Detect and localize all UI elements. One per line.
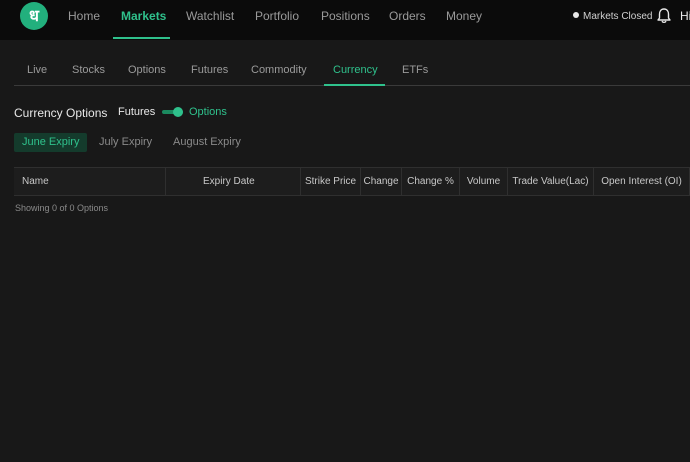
tab-june-expiry[interactable]: June Expiry — [14, 133, 88, 152]
futures-options-toggle[interactable] — [162, 107, 183, 117]
nav-money[interactable]: Money — [446, 9, 482, 23]
nav-orders[interactable]: Orders — [389, 9, 426, 23]
subtab-active-indicator — [324, 84, 385, 86]
tab-futures[interactable]: Futures — [191, 64, 228, 76]
tab-commodity[interactable]: Commodity — [251, 64, 307, 76]
tab-july-expiry[interactable]: July Expiry — [99, 133, 152, 152]
tab-currency[interactable]: Currency — [333, 64, 378, 76]
tab-etfs[interactable]: ETFs — [402, 64, 428, 76]
nav-markets[interactable]: Markets — [121, 9, 166, 23]
column-volume[interactable]: Volume — [460, 168, 508, 195]
nav-active-indicator — [113, 37, 170, 39]
market-status: Markets Closed — [573, 11, 652, 22]
section-title: Currency Options — [14, 106, 108, 120]
column-expiry-date[interactable]: Expiry Date — [166, 168, 301, 195]
user-greeting[interactable]: Hi — [680, 9, 690, 23]
tab-options[interactable]: Options — [128, 64, 166, 76]
tab-stocks[interactable]: Stocks — [72, 64, 105, 76]
column-trade-value[interactable]: Trade Value(Lac) — [508, 168, 594, 195]
bell-icon[interactable] — [655, 7, 673, 25]
status-dot-icon — [573, 12, 579, 18]
tab-live[interactable]: Live — [27, 64, 47, 76]
results-count: Showing 0 of 0 Options — [15, 203, 109, 213]
column-change-percent[interactable]: Change % — [402, 168, 460, 195]
nav-home[interactable]: Home — [68, 9, 100, 23]
top-nav: ध Home Markets Watchlist Portfolio Posit… — [0, 0, 690, 40]
column-open-interest[interactable]: Open Interest (OI) — [594, 168, 690, 195]
toggle-label-futures[interactable]: Futures — [118, 106, 155, 118]
column-change[interactable]: Change — [361, 168, 402, 195]
options-table-header: Name Expiry Date Strike Price Change Cha… — [14, 167, 690, 196]
column-strike-price[interactable]: Strike Price — [301, 168, 361, 195]
nav-portfolio[interactable]: Portfolio — [255, 9, 299, 23]
brand-logo[interactable]: ध — [20, 2, 48, 30]
market-subtabs: Live Stocks Options Futures Commodity Cu… — [14, 64, 690, 86]
column-name[interactable]: Name — [14, 168, 166, 195]
toggle-knob — [173, 107, 183, 117]
nav-watchlist[interactable]: Watchlist — [186, 9, 234, 23]
market-status-label: Markets Closed — [583, 11, 653, 22]
toggle-label-options[interactable]: Options — [189, 106, 227, 118]
nav-positions[interactable]: Positions — [321, 9, 370, 23]
tab-august-expiry[interactable]: August Expiry — [173, 133, 241, 152]
